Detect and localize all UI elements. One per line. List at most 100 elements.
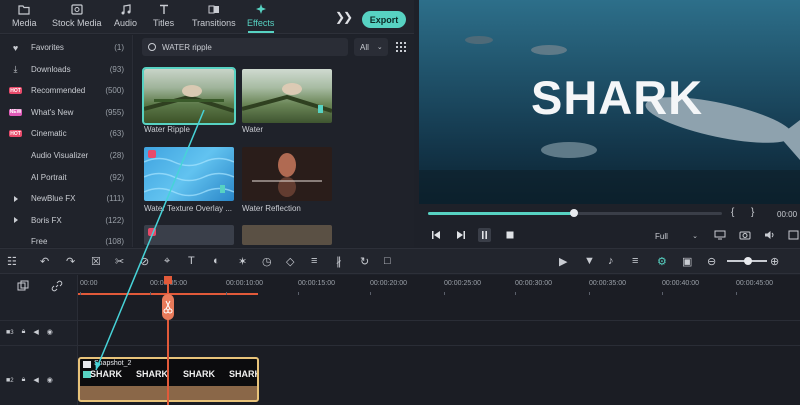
visibility-eye-icon[interactable]: ◉ bbox=[47, 328, 53, 336]
volume-icon[interactable] bbox=[764, 230, 776, 240]
tab-titles[interactable]: Titles bbox=[153, 4, 174, 28]
adjust-icon[interactable]: ≡ bbox=[311, 255, 323, 267]
playhead-marker[interactable] bbox=[164, 276, 172, 284]
search-input[interactable]: WATER ripple bbox=[142, 38, 348, 56]
effects-library-panel bbox=[134, 35, 414, 247]
track-2-header: ■2 🔒︎ ◀ ◉ bbox=[6, 376, 53, 384]
add-track-icon[interactable] bbox=[17, 280, 29, 292]
expand-caret-icon[interactable] bbox=[0, 195, 31, 202]
monitor-icon[interactable] bbox=[714, 230, 726, 240]
ruler-tick bbox=[515, 292, 516, 295]
ruler-tick bbox=[370, 292, 371, 295]
preview-quality-dropdown[interactable]: Full ⌄ bbox=[650, 229, 702, 243]
visibility-eye-icon[interactable]: ◉ bbox=[47, 376, 53, 384]
cut-icon[interactable]: ✂ bbox=[115, 255, 127, 268]
snap-icon[interactable]: ⚙ bbox=[657, 255, 669, 268]
tab-transitions[interactable]: Transitions bbox=[192, 4, 236, 28]
sidebar-item-label: Recommended bbox=[31, 86, 86, 96]
text-t-icon bbox=[159, 4, 168, 14]
keyframe-icon[interactable]: ◇ bbox=[286, 255, 298, 268]
picture-in-picture-icon[interactable]: ▣ bbox=[682, 255, 694, 268]
mute-speaker-icon[interactable]: ◀ bbox=[33, 376, 38, 384]
sidebar-item-favorites[interactable]: ♥ Favorites (1) bbox=[0, 37, 133, 58]
effect-thumb-water-ripple[interactable] bbox=[142, 67, 236, 125]
speed-icon[interactable]: ◷ bbox=[262, 255, 274, 268]
layout-icon[interactable]: ☷ bbox=[7, 255, 19, 268]
zoom-in-icon[interactable]: ⊕ bbox=[770, 255, 782, 268]
ruler-time-label: 00:00:40:00 bbox=[662, 280, 699, 287]
sidebar-item-what-s-new[interactable]: NEW What's New (955) bbox=[0, 102, 133, 123]
effect-thumb-partial[interactable] bbox=[242, 225, 332, 245]
tab-effects[interactable]: Effects bbox=[247, 4, 275, 33]
voiceover-icon[interactable]: ≡ bbox=[632, 255, 644, 267]
tab-label: Effects bbox=[247, 18, 275, 28]
effect-thumb-water-texture-overlay[interactable] bbox=[144, 147, 234, 201]
sidebar-item-downloads[interactable]: ⤓ Downloads (93) bbox=[0, 59, 133, 80]
text-icon[interactable]: T bbox=[188, 255, 200, 267]
playback-scrubber-handle[interactable] bbox=[570, 209, 578, 217]
effect-label: Water Ripple bbox=[144, 125, 190, 134]
tab-stock-media[interactable]: Stock Media bbox=[52, 4, 102, 28]
tab-media[interactable]: Media bbox=[12, 4, 37, 28]
play-icon[interactable] bbox=[456, 230, 466, 240]
pause-button[interactable] bbox=[478, 228, 491, 242]
top-tab-bar: Media Stock Media Audio Titles Transitio… bbox=[0, 0, 414, 34]
mark-in-bracket-icon[interactable]: { bbox=[731, 207, 734, 218]
sidebar-item-cinematic[interactable]: HOT Cinematic (63) bbox=[0, 123, 133, 144]
sidebar-item-label: Audio Visualizer bbox=[31, 151, 89, 160]
effect-thumb-water[interactable] bbox=[242, 69, 332, 123]
quality-value: Full bbox=[655, 231, 668, 241]
video-preview: SHARK bbox=[419, 0, 800, 204]
color-icon[interactable]: ◐ bbox=[213, 255, 225, 267]
stabilize-icon[interactable]: ↻ bbox=[360, 255, 372, 268]
sidebar-item-newblue-fx[interactable]: NewBlue FX (111) bbox=[0, 188, 133, 209]
mic-icon[interactable]: ♪ bbox=[608, 255, 620, 267]
crop-icon[interactable]: ⌖ bbox=[164, 255, 176, 267]
tab-label: Media bbox=[12, 18, 37, 28]
premium-gem-icon bbox=[148, 228, 156, 236]
sidebar-item-label: Cinematic bbox=[31, 129, 67, 139]
link-icon[interactable] bbox=[51, 280, 63, 292]
tab-label: Audio bbox=[114, 18, 138, 28]
playhead-handle[interactable] bbox=[162, 294, 174, 320]
delete-icon[interactable]: ☒ bbox=[91, 255, 103, 268]
export-button[interactable]: Export bbox=[362, 11, 406, 28]
redo-icon[interactable]: ↷ bbox=[66, 255, 78, 268]
tab-audio[interactable]: Audio bbox=[114, 4, 137, 28]
sidebar-item-ai-portrait[interactable]: AI Portrait (92) bbox=[0, 167, 133, 188]
snapshot-camera-icon[interactable] bbox=[739, 230, 751, 240]
more-tabs-chevron-icon[interactable]: ❯❯ bbox=[335, 10, 353, 24]
chevron-down-icon: ⌄ bbox=[692, 233, 698, 240]
timeline-zoom-slider-handle[interactable] bbox=[744, 257, 752, 265]
undo-icon[interactable]: ↶ bbox=[40, 255, 52, 268]
transitions-icon bbox=[208, 5, 219, 14]
effect-thumb-partial[interactable] bbox=[144, 225, 234, 245]
sidebar-item-count: (93) bbox=[109, 64, 124, 74]
audio-wave-icon[interactable]: ∦ bbox=[336, 255, 348, 268]
sidebar-item-count: (955) bbox=[105, 107, 124, 117]
stop-icon[interactable] bbox=[505, 230, 515, 240]
effect-icon[interactable]: ✶ bbox=[238, 255, 250, 268]
sidebar-item-recommended[interactable]: HOT Recommended (500) bbox=[0, 80, 133, 101]
pause-icon bbox=[482, 231, 487, 239]
new-badge-icon: NEW bbox=[9, 108, 22, 116]
sidebar-item-boris-fx[interactable]: Boris FX (122) bbox=[0, 210, 133, 231]
fullscreen-icon[interactable] bbox=[788, 230, 800, 240]
zoom-out-icon[interactable]: ⊖ bbox=[707, 255, 719, 268]
filter-dropdown[interactable]: All ⌄ bbox=[354, 38, 388, 56]
expand-caret-icon[interactable] bbox=[0, 217, 31, 224]
lock-icon[interactable]: 🔒︎ bbox=[22, 376, 26, 384]
mark-out-bracket-icon[interactable]: } bbox=[751, 207, 754, 218]
export-frame-icon[interactable]: □ bbox=[384, 255, 396, 267]
grid-view-icon[interactable] bbox=[396, 42, 406, 52]
render-icon[interactable]: ▶ bbox=[559, 255, 571, 268]
effect-thumb-water-reflection[interactable] bbox=[242, 147, 332, 201]
sidebar-item-label: AI Portrait bbox=[31, 172, 67, 182]
marker-icon[interactable]: ▼ bbox=[584, 255, 596, 267]
lock-icon[interactable]: 🔒︎ bbox=[22, 328, 26, 336]
disable-icon[interactable]: ⊘ bbox=[140, 255, 152, 268]
sidebar-item-audio-visualizer[interactable]: Audio Visualizer (28) bbox=[0, 145, 133, 166]
mute-speaker-icon[interactable]: ◀ bbox=[33, 328, 38, 336]
premium-gem-icon bbox=[148, 150, 156, 158]
prev-frame-icon[interactable] bbox=[431, 230, 441, 240]
